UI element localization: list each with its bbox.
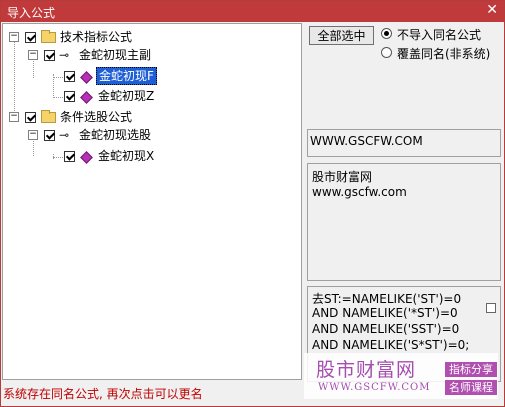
radio-skip-same-name[interactable] [381, 28, 392, 39]
code-option-checkbox[interactable] [486, 303, 496, 313]
import-formula-dialog: 导入公式 ✕ − 技术指标公式 − ⊸ 金蛇初现主副 金蛇初现F 金蛇初现Z −… [0, 0, 505, 407]
tree-node-jinshe-z[interactable]: 金蛇初现Z [3, 87, 303, 105]
formula-diamond-icon [80, 91, 93, 104]
tree-node-jinshe-screening[interactable]: − ⊸ 金蛇初现选股 [3, 126, 303, 144]
tree-node-label: 金蛇初现选股 [79, 128, 152, 142]
folder-icon [41, 30, 56, 43]
key-icon: ⊸ [59, 48, 70, 62]
radio-overwrite-same-name[interactable] [381, 47, 392, 58]
code-line: AND NAMELIKE('S*ST')=0; [312, 338, 470, 352]
watermark-url: WWW.GSCFW.COM [318, 382, 431, 393]
watermark-name: 股市财富网 [316, 359, 417, 381]
select-all-button[interactable]: 全部选中 [309, 26, 374, 45]
description-line: 股市财富网 [312, 170, 373, 184]
tree-node-jinshe-main[interactable]: − ⊸ 金蛇初现主副 [3, 46, 303, 64]
description-panel: 股市财富网 www.gscfw.com [307, 163, 501, 281]
watermark-tag: 名师课程 [445, 380, 497, 395]
collapse-icon[interactable]: − [9, 112, 19, 122]
formula-diamond-icon [80, 151, 93, 164]
tree-node-label: 金蛇初现F [96, 67, 157, 85]
checkbox-checked[interactable] [25, 112, 36, 123]
window-title: 导入公式 [7, 6, 56, 20]
tree-node-screening-formulas[interactable]: − 条件选股公式 [3, 108, 303, 126]
watermark: 股市财富网 WWW.GSCFW.COM 指标分享 名师课程 [304, 353, 498, 399]
tree-node-label: 金蛇初现Z [98, 89, 155, 103]
tree-node-label: 金蛇初现主副 [79, 48, 152, 62]
panel-url-text: WWW.GSCFW.COM [310, 134, 423, 148]
key-icon: ⊸ [59, 128, 70, 142]
folder-icon [41, 110, 56, 123]
tree-node-label: 条件选股公式 [60, 110, 133, 124]
formula-tree[interactable]: − 技术指标公式 − ⊸ 金蛇初现主副 金蛇初现F 金蛇初现Z − 条件选股公式… [2, 23, 302, 380]
tree-node-indicator-formulas[interactable]: − 技术指标公式 [3, 28, 303, 46]
checkbox-checked[interactable] [44, 50, 55, 61]
checkbox-checked[interactable] [25, 32, 36, 43]
code-line: AND NAMELIKE('*ST')=0 [312, 306, 458, 320]
checkbox-checked[interactable] [64, 91, 75, 102]
tree-node-label: 金蛇初现X [98, 149, 155, 163]
radio-skip-same-name-label: 不导入同名公式 [397, 28, 482, 42]
tree-node-jinshe-x[interactable]: 金蛇初现X [3, 147, 303, 165]
collapse-icon[interactable]: − [28, 50, 38, 60]
checkbox-checked[interactable] [64, 71, 75, 82]
formula-diamond-icon [80, 71, 93, 84]
checkbox-checked[interactable] [64, 151, 75, 162]
collapse-icon[interactable]: − [9, 32, 19, 42]
code-line: AND NAMELIKE('SST')=0 [312, 322, 460, 336]
tree-node-jinshe-f[interactable]: 金蛇初现F [3, 67, 303, 85]
tree-node-label: 技术指标公式 [60, 30, 133, 44]
checkbox-checked[interactable] [44, 130, 55, 141]
code-line: 去ST:=NAMELIKE('ST')=0 [312, 292, 462, 306]
title-bar: 导入公式 ✕ [1, 1, 504, 22]
radio-overwrite-same-name-label: 覆盖同名(非系统) [397, 47, 491, 61]
formula-url-panel: WWW.GSCFW.COM [307, 129, 501, 157]
collapse-icon[interactable]: − [28, 130, 38, 140]
description-line: www.gscfw.com [312, 185, 407, 199]
status-message: 系统存在同名公式, 再次点击可以更名 [3, 387, 203, 401]
close-icon[interactable]: ✕ [486, 2, 498, 18]
watermark-tag: 指标分享 [445, 362, 497, 377]
